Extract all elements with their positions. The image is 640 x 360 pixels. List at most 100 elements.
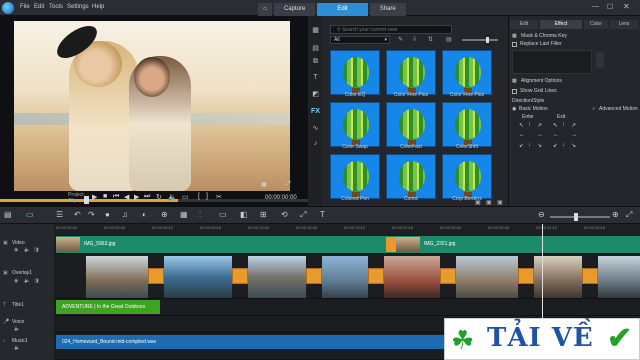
tab-options-color[interactable]: Color	[584, 20, 608, 29]
audio-icon[interactable]: ♪	[311, 140, 320, 148]
direction-arrow-icon[interactable]: ↙	[553, 142, 558, 149]
overlay-lock-icon[interactable]: ◨	[34, 278, 39, 284]
video-transition[interactable]	[386, 237, 396, 252]
storyboard-view-icon[interactable]: ▤	[4, 210, 12, 219]
mask-chroma-label[interactable]: Mask & Chroma Key	[521, 33, 567, 39]
overlay-clip-8[interactable]	[598, 256, 640, 298]
direction-arrow-icon[interactable]: ↙	[519, 142, 524, 149]
direction-arrow-icon[interactable]: ↑	[562, 122, 565, 128]
overlay-clip-3[interactable]	[248, 256, 306, 298]
thumbnail-size-slider[interactable]	[462, 39, 498, 41]
menu-edit[interactable]: Edit	[34, 4, 44, 10]
tab-options-edit[interactable]: Edit	[510, 20, 538, 29]
mask-creator-icon[interactable]: ◧	[240, 210, 248, 219]
previous-icon[interactable]: ⏮	[113, 193, 119, 201]
overlay-transition-1[interactable]	[148, 268, 164, 284]
instant-project-icon[interactable]: ▤	[311, 44, 320, 52]
alignment-icon[interactable]: ▦	[512, 78, 517, 84]
title-track-icon[interactable]: T	[3, 302, 6, 308]
video-track-icon[interactable]: ▣	[3, 240, 8, 246]
split-screen-icon[interactable]: ⊞	[260, 210, 267, 219]
overlay-clip-5[interactable]	[384, 256, 440, 298]
basic-motion-radio[interactable]: ◉	[512, 106, 516, 112]
library-item[interactable]	[386, 102, 436, 147]
panel-toggle-icon[interactable]: ▣	[486, 199, 492, 206]
video-mute-icon[interactable]: 🔈	[24, 247, 30, 253]
direction-arrow-icon[interactable]: ↖	[553, 122, 558, 129]
preview-scrubber[interactable]	[0, 196, 308, 204]
view-icon[interactable]: ▤	[446, 36, 452, 43]
overlay-transition-3[interactable]	[306, 268, 322, 284]
auto-music-icon[interactable]: ♫	[122, 210, 128, 219]
time-remap-icon[interactable]: ⟲	[281, 210, 288, 219]
multicam-icon[interactable]: ▦	[180, 210, 188, 219]
advanced-motion-radio[interactable]: ○	[592, 106, 595, 112]
import-icon[interactable]: ⇩	[412, 36, 417, 43]
library-item[interactable]	[442, 50, 492, 95]
replace-last-filter-checkbox[interactable]	[512, 42, 517, 47]
voice-mute-icon[interactable]: 🔈	[14, 326, 20, 332]
filter-list-scroll[interactable]	[596, 52, 604, 68]
color-correction-icon[interactable]: ◐	[142, 210, 147, 219]
fullscreen-icon[interactable]: ⤢	[286, 181, 291, 188]
overlay-transition-5[interactable]	[440, 268, 456, 284]
show-grid-checkbox[interactable]	[512, 89, 517, 94]
overlay-clip-6[interactable]	[456, 256, 518, 298]
zoom-slider[interactable]	[550, 216, 610, 218]
transition-icon[interactable]: ⧉	[311, 58, 320, 66]
text-tool-icon[interactable]: T	[320, 210, 325, 219]
direction-arrow-icon[interactable]: ↗	[537, 122, 542, 129]
audio-mixer-icon[interactable]: ⫶	[199, 210, 201, 220]
overlay-clips[interactable]	[86, 256, 640, 298]
library-item[interactable]	[330, 50, 380, 95]
repeat-icon[interactable]: ↻	[156, 193, 162, 201]
stop-icon[interactable]: ■	[103, 193, 107, 200]
overlay-clip-4[interactable]	[322, 256, 368, 298]
zoom-handle[interactable]	[574, 213, 578, 221]
mask-icon[interactable]: ▦	[512, 33, 517, 39]
library-item[interactable]	[330, 102, 380, 147]
tab-share[interactable]: Share	[369, 3, 406, 16]
tab-options-effect[interactable]: Effect	[540, 20, 582, 29]
split-icon[interactable]: ✂	[216, 193, 222, 201]
mark-in-icon[interactable]: [	[198, 193, 200, 200]
overlay-track-icon[interactable]: ▣	[3, 270, 8, 276]
music-track-icon[interactable]: ♪	[3, 338, 6, 344]
music-clip[interactable]: 024_Homeward_Bound-mid-compiled.wav	[56, 335, 486, 349]
graphics-icon[interactable]: ◩	[311, 90, 320, 98]
title-icon[interactable]: T	[311, 74, 320, 82]
direction-arrow-icon[interactable]: →	[537, 132, 543, 138]
library-search-input[interactable]: ⚲ Search your current view	[330, 25, 452, 34]
step-forward-icon[interactable]: ▶	[134, 193, 139, 201]
direction-arrow-icon[interactable]: ↖	[519, 122, 524, 129]
library-item[interactable]	[330, 154, 380, 199]
mark-out-icon[interactable]: ]	[206, 193, 208, 200]
timeline-view-icon[interactable]: ▭	[26, 210, 34, 219]
motion-tracking-icon[interactable]: ⊕	[161, 210, 168, 219]
maximize-icon[interactable]: ☐	[607, 3, 613, 11]
redo-icon[interactable]: ↷	[88, 210, 95, 219]
overlay-mute-icon[interactable]: 🔈	[24, 278, 30, 284]
overlay-transition-7[interactable]	[582, 268, 598, 284]
menu-file[interactable]: File	[20, 4, 30, 10]
home-icon[interactable]: ⌂	[258, 3, 272, 16]
music-mute-icon[interactable]: 🔈	[14, 345, 20, 351]
library-item[interactable]	[442, 154, 492, 199]
library-item[interactable]	[386, 50, 436, 95]
direction-arrow-icon[interactable]: ↘	[571, 142, 576, 149]
video-lock-icon[interactable]: ◨	[34, 247, 39, 253]
library-item[interactable]	[386, 154, 436, 199]
menu-settings[interactable]: Settings	[67, 4, 89, 10]
close-icon[interactable]: ✕	[623, 2, 630, 11]
slider-handle[interactable]	[486, 37, 489, 43]
undo-icon[interactable]: ↶	[74, 210, 81, 219]
direction-arrow-icon[interactable]: →	[571, 132, 577, 138]
options-icon[interactable]: ▣	[475, 199, 481, 206]
overlay-transition-4[interactable]	[368, 268, 384, 284]
path-icon[interactable]: ∿	[311, 124, 320, 132]
direction-arrow-icon[interactable]: ↓	[562, 142, 565, 148]
panel-expand-icon[interactable]: ▣	[497, 199, 503, 206]
overlay-clip-1[interactable]	[86, 256, 148, 298]
tab-edit[interactable]: Edit	[317, 3, 368, 16]
media-icon[interactable]: ▦	[311, 26, 320, 34]
